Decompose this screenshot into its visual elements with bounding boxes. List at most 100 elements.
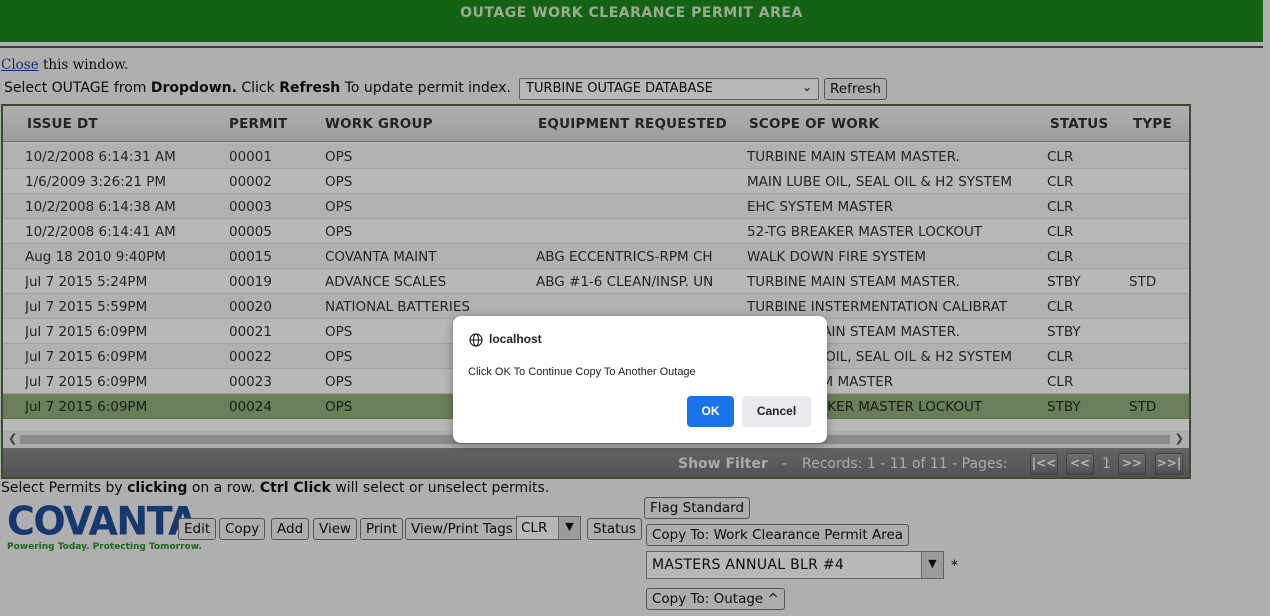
cell-issue-dt: Jul 7 2015 5:59PM xyxy=(25,299,148,315)
outage-dropdown-value: TURBINE OUTAGE DATABASE xyxy=(526,81,713,96)
cell-scope: TURBINE MAIN STEAM MASTER. xyxy=(747,149,960,165)
cell-scope: TURBINE MAIN STEAM MASTER. xyxy=(747,274,960,290)
add-button[interactable]: Add xyxy=(271,518,310,540)
cell-status: STBY xyxy=(1047,324,1081,340)
next-page-button[interactable]: >> xyxy=(1118,453,1146,475)
copy-to-outage-button[interactable]: Copy To: Outage ^ xyxy=(646,588,785,610)
cell-status: CLR xyxy=(1047,349,1074,365)
print-button[interactable]: Print xyxy=(360,518,404,540)
cell-permit: 00015 xyxy=(229,249,272,265)
column-header-permit[interactable]: PERMIT xyxy=(229,116,287,132)
globe-icon xyxy=(469,333,483,347)
cell-work-group: COVANTA MAINT xyxy=(325,249,437,265)
cell-scope: MAIN LUBE OIL, SEAL OIL & H2 SYSTEM xyxy=(747,174,1013,190)
column-header-issue-dt[interactable]: ISSUE DT xyxy=(27,116,98,132)
scroll-right-icon[interactable]: ❯ xyxy=(1175,432,1184,445)
cell-permit: 00023 xyxy=(229,374,272,390)
table-row[interactable]: Aug 18 2010 9:40PM 00015 COVANTA MAINT ABG … xyxy=(3,244,1189,269)
flag-standard-button[interactable]: Flag Standard xyxy=(644,497,751,519)
column-header-equipment-requested[interactable]: EQUIPMENT REQUESTED xyxy=(538,116,727,132)
copy-button[interactable]: Copy xyxy=(219,518,266,540)
table-row[interactable]: Jul 7 2015 5:24PM 00019 ADVANCE SCALES ABG … xyxy=(3,269,1189,294)
ok-button[interactable]: OK xyxy=(687,396,734,427)
cell-work-group: OPS xyxy=(325,199,353,215)
target-outage-dropdown[interactable]: MASTERS ANNUAL BLR #4 ▼ xyxy=(646,551,944,579)
cell-work-group: OPS xyxy=(325,149,353,165)
show-filter-link[interactable]: Show Filter xyxy=(678,456,768,472)
banner-divider xyxy=(0,46,1263,48)
column-header-type[interactable]: TYPE xyxy=(1133,116,1172,132)
status-button[interactable]: Status xyxy=(587,518,643,540)
view-print-tags-button[interactable]: View/Print Tags xyxy=(405,518,519,540)
covanta-logo: COVANTA Powering Today. Protecting Tomor… xyxy=(7,498,202,556)
column-header-status[interactable]: STATUS xyxy=(1050,116,1108,132)
cancel-button[interactable]: Cancel xyxy=(742,396,811,427)
chevron-down-icon: ▼ xyxy=(558,517,580,539)
cell-issue-dt: Jul 7 2015 6:09PM xyxy=(25,349,148,365)
confirm-dialog: localhost Click OK To Continue Copy To A… xyxy=(453,316,827,443)
cell-permit: 00003 xyxy=(229,199,272,215)
grid-header: ISSUE DT PERMIT WORK GROUP EQUIPMENT REQ… xyxy=(3,106,1189,142)
previous-page-button[interactable]: << xyxy=(1066,453,1094,475)
cell-issue-dt: 10/2/2008 6:14:38 AM xyxy=(25,199,176,215)
instruction-bold-2: Refresh xyxy=(279,80,341,96)
last-page-icon: >>| xyxy=(1156,456,1182,470)
first-page-icon: |<< xyxy=(1031,456,1057,470)
dialog-message: Click OK To Continue Copy To Another Out… xyxy=(468,366,696,378)
logo-wordmark: COVANTA xyxy=(7,498,198,544)
cell-permit: 00002 xyxy=(229,174,272,190)
scroll-left-icon[interactable]: ❮ xyxy=(8,432,17,445)
previous-page-icon: << xyxy=(1069,456,1091,470)
cell-status: CLR xyxy=(1047,374,1074,390)
hint-text-2: on a row. xyxy=(187,480,260,496)
copy-to-work-clearance-button[interactable]: Copy To: Work Clearance Permit Area xyxy=(646,524,910,546)
logo-tagline: Powering Today. Protecting Tomorrow. xyxy=(7,542,202,552)
cell-type: STD xyxy=(1129,274,1157,290)
cell-status: CLR xyxy=(1047,224,1074,240)
outage-instruction: Select OUTAGE from Dropdown. Click Refre… xyxy=(4,80,511,96)
cell-issue-dt: Aug 18 2010 9:40PM xyxy=(25,249,166,265)
chevron-down-icon: ⌄ xyxy=(801,80,812,94)
cell-scope: TURBINE INSTERMENTATION CALIBRAT xyxy=(747,299,1008,315)
cell-status: CLR xyxy=(1047,199,1074,215)
instruction-text-2: Click xyxy=(236,80,280,96)
hint-text-1: Select Permits by xyxy=(1,480,128,496)
view-button[interactable]: View xyxy=(313,518,358,540)
column-header-scope-of-work[interactable]: SCOPE OF WORK xyxy=(749,116,879,132)
table-row[interactable]: 1/6/2009 3:26:21 PM 00002 OPS MAIN LUBE OIL… xyxy=(3,169,1189,194)
close-line: Close this window. xyxy=(1,57,128,73)
cell-scope: WALK DOWN FIRE SYSTEM xyxy=(747,249,927,265)
cell-status: CLR xyxy=(1047,299,1074,315)
page-banner: OUTAGE WORK CLEARANCE PERMIT AREA xyxy=(0,0,1263,42)
first-page-button[interactable]: |<< xyxy=(1030,453,1058,475)
last-page-button[interactable]: >>| xyxy=(1155,453,1183,475)
close-line-text: this window. xyxy=(43,57,129,73)
refresh-button[interactable]: Refresh xyxy=(824,78,887,100)
cell-status: CLR xyxy=(1047,249,1074,265)
edit-button[interactable]: Edit xyxy=(178,518,217,540)
footer-separator: - xyxy=(782,456,788,472)
column-header-work-group[interactable]: WORK GROUP xyxy=(325,116,433,132)
cell-permit: 00001 xyxy=(229,149,272,165)
hint-bold-2: Ctrl Click xyxy=(259,480,331,496)
cell-status: STBY xyxy=(1047,399,1081,415)
cell-permit: 00022 xyxy=(229,349,272,365)
cell-issue-dt: Jul 7 2015 6:09PM xyxy=(25,324,148,340)
cell-status: STBY xyxy=(1047,274,1081,290)
table-row[interactable]: 10/2/2008 6:14:41 AM 00005 OPS 52-TG BREAKE… xyxy=(3,219,1189,244)
cell-type: STD xyxy=(1129,399,1157,415)
close-window-link[interactable]: Close xyxy=(1,57,39,73)
table-row[interactable]: 10/2/2008 6:14:38 AM 00003 OPS EHC SYSTEM M… xyxy=(3,194,1189,219)
cell-issue-dt: Jul 7 2015 5:24PM xyxy=(25,274,148,290)
table-row[interactable]: 10/2/2008 6:14:31 AM 00001 OPS TURBINE MAIN… xyxy=(3,144,1189,169)
next-page-icon: >> xyxy=(1121,456,1143,470)
banner-title: OUTAGE WORK CLEARANCE PERMIT AREA xyxy=(460,5,803,21)
grid-footer: Show Filter - Records: 1 - 11 of 11 - Pa… xyxy=(3,448,1189,477)
cell-issue-dt: Jul 7 2015 6:09PM xyxy=(25,374,148,390)
cell-work-group: NATIONAL BATTERIES xyxy=(325,299,470,315)
status-dropdown[interactable]: CLR ▼ xyxy=(516,516,581,540)
cell-issue-dt: 10/2/2008 6:14:41 AM xyxy=(25,224,176,240)
outage-dropdown[interactable]: TURBINE OUTAGE DATABASE ⌄ xyxy=(519,78,819,100)
cell-scope: 52-TG BREAKER MASTER LOCKOUT xyxy=(747,224,983,240)
cell-scope: EHC SYSTEM MASTER xyxy=(747,199,894,215)
